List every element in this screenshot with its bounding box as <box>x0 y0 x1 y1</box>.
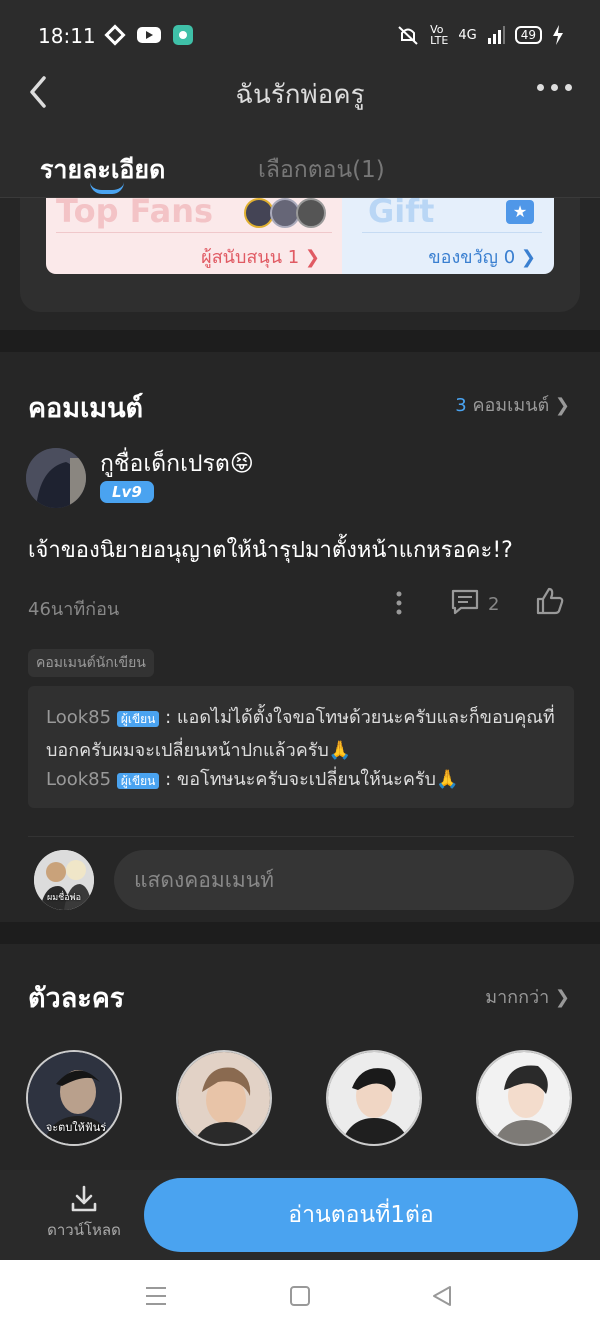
author-badge: ผู้เขียน <box>116 711 160 727</box>
comment-more-icon[interactable] <box>392 590 406 616</box>
author-badge: ผู้เขียน <box>116 773 160 789</box>
more-options-icon[interactable] <box>537 84 572 91</box>
comment-input[interactable]: แสดงคอมเมนท์ <box>114 850 574 910</box>
battery-level: 49 <box>514 26 542 44</box>
gifts-link[interactable]: ของขวัญ 0 ❯ <box>428 242 536 271</box>
user-photo-icon <box>26 448 86 508</box>
charging-icon <box>553 25 563 45</box>
character-photo-icon <box>478 1052 570 1144</box>
volte-icon: Vo LTE <box>430 23 449 47</box>
section-separator <box>0 330 600 352</box>
character-avatar[interactable] <box>326 1050 422 1146</box>
divider <box>362 232 542 233</box>
author-reply: Look85 ผู้เขียน : ขอโทษนะครับจะเปลี่ยนให… <box>46 764 566 797</box>
comments-title: คอมเมนต์ <box>28 393 144 424</box>
gift-panel[interactable]: Gift ★ ของขวัญ 0 ❯ <box>342 198 554 274</box>
my-avatar-caption: ผมชื่อพ่อ <box>46 893 82 903</box>
status-bar: 18:11 Vo LTE 4G 49 <box>0 0 600 70</box>
bottom-action-bar: ดาวน์โหลด อ่านตอนที่1ต่อ <box>0 1170 600 1260</box>
comment-username[interactable]: กูชื่อเด็กเปรต😝 <box>100 446 254 482</box>
reply-icon[interactable] <box>450 588 480 616</box>
reply-author-name: Look85 <box>46 707 112 728</box>
continue-reading-button[interactable]: อ่านตอนที่1ต่อ <box>144 1178 578 1252</box>
all-comments-link[interactable]: 3 คอมเมนต์ ❯ <box>455 390 570 419</box>
reply-text: : ขอโทษนะครับจะเปลี่ยนให้นะครับ🙏 <box>165 769 459 790</box>
comment-count-label: คอมเมนต์ <box>472 395 550 416</box>
gift-label: Gift <box>368 198 435 230</box>
my-avatar: ผมชื่อพ่อ <box>34 850 94 910</box>
character-photo-icon <box>328 1052 420 1144</box>
avatar[interactable] <box>26 448 86 508</box>
character-avatar[interactable] <box>476 1050 572 1146</box>
system-nav-bar <box>0 1260 600 1333</box>
diamond-icon <box>104 24 126 46</box>
fan-avatar <box>296 198 326 228</box>
character-avatar[interactable]: จะตบให้ฟันร่ <box>26 1050 122 1146</box>
download-button[interactable]: ดาวน์โหลด <box>42 1184 126 1242</box>
gift-box-icon: ★ <box>506 200 534 224</box>
character-caption: จะตบให้ฟันร่ <box>45 1121 107 1134</box>
section-separator <box>0 922 600 944</box>
like-icon[interactable] <box>535 586 565 616</box>
youtube-icon <box>137 27 161 43</box>
status-system-icons: Vo LTE 4G 49 <box>396 24 564 46</box>
fans-card: Top Fans ผู้สนับสนุน 1 ❯ Gift ★ ของขวัญ … <box>46 198 554 274</box>
download-icon <box>71 1185 97 1212</box>
status-time: 18:11 <box>38 24 96 48</box>
tab-active-indicator <box>90 182 124 194</box>
fans-card-container: Top Fans ผู้สนับสนุน 1 ❯ Gift ★ ของขวัญ … <box>20 198 580 312</box>
author-comment-tag: คอมเมนต์นักเขียน <box>28 649 154 677</box>
app-icon <box>173 25 193 45</box>
reply-count: 2 <box>488 594 500 615</box>
menu-icon[interactable] <box>144 1284 168 1308</box>
character-avatar[interactable] <box>176 1050 272 1146</box>
author-reply: Look85 ผู้เขียน : แอดไม่ได้ตั้งใจขอโทษด้… <box>46 702 566 766</box>
divider <box>28 836 574 837</box>
comment-text: เจ้าของนิยายอนุญาตให้นำรุปมาตั้งหน้าแกหร… <box>28 538 513 563</box>
characters-more-link[interactable]: มากกว่า ❯ <box>485 982 570 1011</box>
reply-author-name: Look85 <box>46 769 112 790</box>
author-replies-box[interactable]: Look85 ผู้เขียน : แอดไม่ได้ตั้งใจขอโทษด้… <box>28 686 574 808</box>
character-photo-icon <box>178 1052 270 1144</box>
signal-icon <box>487 26 505 44</box>
comment-count: 3 <box>455 395 467 416</box>
divider <box>56 232 332 233</box>
download-label: ดาวน์โหลด <box>47 1221 121 1239</box>
tab-chapters[interactable]: เลือกตอน(1) <box>258 152 385 188</box>
back-icon[interactable] <box>430 1284 454 1308</box>
page-title: ฉันรักพ่อครู <box>235 80 365 110</box>
status-app-icons <box>104 24 194 46</box>
top-fans-panel[interactable]: Top Fans ผู้สนับสนุน 1 ❯ <box>46 198 342 274</box>
characters-title: ตัวละคร <box>28 983 125 1014</box>
top-fans-label: Top Fans <box>56 198 214 230</box>
mute-icon <box>398 26 418 45</box>
supporters-link[interactable]: ผู้สนับสนุน 1 ❯ <box>201 242 320 271</box>
level-badge: Lv9 <box>100 481 154 503</box>
home-icon[interactable] <box>288 1284 312 1308</box>
network-label: 4G <box>458 27 477 43</box>
comment-time: 46นาทีก่อน <box>28 599 120 620</box>
top-header: ฉันรักพ่อครู รายละเอียด เลือกตอน(1) <box>0 70 600 198</box>
